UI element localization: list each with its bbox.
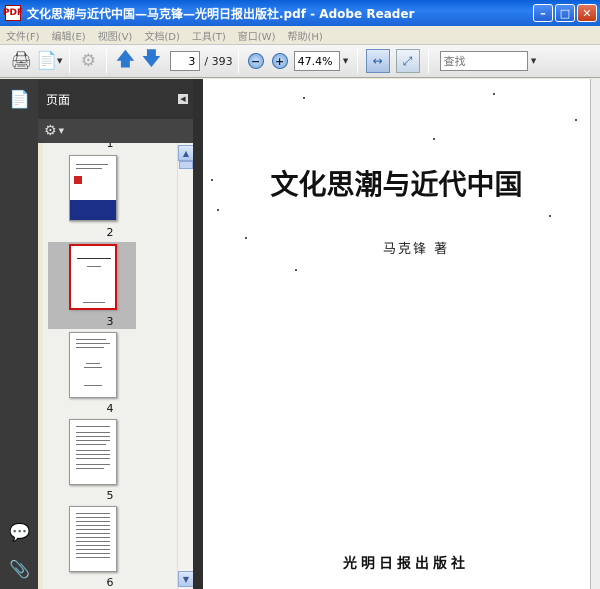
toolbar: 🖨 📄 ▼ ⚙ 🡅 🡇 / 393 − + ▼ ↔ ⤢ ▼ xyxy=(0,44,600,78)
panel-options[interactable]: ⚙ ▼ xyxy=(38,119,194,143)
minimize-button[interactable]: – xyxy=(533,4,553,22)
toolbar-separator xyxy=(106,49,108,73)
scan-speck xyxy=(303,97,305,99)
toolbar-separator xyxy=(427,49,429,73)
menu-view[interactable]: 视图(V) xyxy=(98,28,133,43)
scan-speck xyxy=(295,269,297,271)
toolbar-separator xyxy=(356,49,358,73)
menu-help[interactable]: 帮助(H) xyxy=(287,28,322,43)
search-dropdown-icon[interactable]: ▼ xyxy=(528,51,540,71)
scan-speck xyxy=(217,209,219,211)
thumbnail-label: 1 xyxy=(106,143,114,150)
zoom-dropdown-icon[interactable]: ▼ xyxy=(340,51,352,71)
pages-panel-header: 页面 ◀ xyxy=(38,79,194,119)
page-number-input[interactable] xyxy=(170,51,201,71)
menu-tools[interactable]: 工具(T) xyxy=(192,28,226,43)
scroll-down-icon[interactable]: ▼ xyxy=(178,571,194,587)
thumbnail-scrollbar[interactable]: ▲ ▼ xyxy=(177,143,194,589)
window-title: 文化思潮与近代中国—马克锋—光明日报出版社.pdf - Adobe Reader xyxy=(27,6,415,21)
collaborate-icon[interactable]: ⚙ xyxy=(75,48,101,74)
collapse-panel-icon[interactable]: ◀ xyxy=(178,94,188,104)
menu-document[interactable]: 文档(D) xyxy=(144,28,180,43)
document-viewer: 文化思潮与近代中国 马克锋 著 光明日报出版社 xyxy=(203,79,600,589)
search-input[interactable] xyxy=(439,51,528,71)
thumbnail-label: 6 xyxy=(106,576,114,589)
thumbnail-page-6[interactable] xyxy=(69,506,117,572)
menu-file[interactable]: 文件(F) xyxy=(6,28,40,43)
scroll-up-icon[interactable]: ▲ xyxy=(178,145,194,161)
menu-edit[interactable]: 编辑(E) xyxy=(52,28,86,43)
menu-bar: 文件(F) 编辑(E) 视图(V) 文档(D) 工具(T) 窗口(W) 帮助(H… xyxy=(0,26,600,44)
print-icon[interactable]: 🖨 xyxy=(8,48,34,74)
close-button[interactable]: ✕ xyxy=(577,4,597,22)
title-bar: PDF 文化思潮与近代中国—马克锋—光明日报出版社.pdf - Adobe Re… xyxy=(0,0,600,26)
document-title: 文化思潮与近代中国 xyxy=(270,168,523,201)
pages-icon[interactable]: 📄 xyxy=(9,89,31,111)
pdf-app-icon: PDF xyxy=(3,5,23,21)
menu-window[interactable]: 窗口(W) xyxy=(238,28,276,43)
zoom-out-icon[interactable]: − xyxy=(247,53,264,69)
navigation-strip: 📄 💬 📎 xyxy=(0,79,38,589)
thumbnail-page-3[interactable] xyxy=(69,244,117,310)
zoom-in-icon[interactable]: + xyxy=(271,53,288,69)
previous-page-icon[interactable]: 🡅 xyxy=(112,48,138,74)
window-controls: – □ ✕ xyxy=(533,4,597,22)
toolbar-separator xyxy=(69,49,71,73)
maximize-button[interactable]: □ xyxy=(555,4,575,22)
scan-speck xyxy=(245,237,247,239)
comments-icon[interactable]: 💬 xyxy=(9,522,31,544)
document-page: 文化思潮与近代中国 马克锋 著 光明日报出版社 xyxy=(203,79,590,589)
chevron-down-icon[interactable]: ▼ xyxy=(59,127,64,135)
attachment-icon[interactable]: 📎 xyxy=(9,559,31,581)
thumbnail-label: 5 xyxy=(106,489,114,502)
thumbnail-label: 2 xyxy=(106,226,114,239)
scan-speck xyxy=(493,93,495,95)
toolbar-separator xyxy=(237,49,239,73)
gear-icon[interactable]: ⚙ xyxy=(44,123,57,139)
scan-speck xyxy=(433,138,435,140)
fit-page-icon[interactable]: ⤢ xyxy=(395,49,420,73)
panel-title: 页面 xyxy=(46,92,71,107)
thumbnail-label: 4 xyxy=(106,402,114,415)
thumbnail-page-5[interactable] xyxy=(69,419,117,485)
scan-speck xyxy=(549,215,551,217)
next-page-icon[interactable]: 🡇 xyxy=(138,48,164,74)
thumbnail-label: 3 xyxy=(106,315,114,328)
page-total: / 393 xyxy=(204,54,233,68)
scrollbar-thumb[interactable] xyxy=(179,161,193,169)
document-publisher: 光明日报出版社 xyxy=(343,556,469,572)
zoom-input[interactable] xyxy=(293,51,340,71)
thumbnail-page-2[interactable] xyxy=(69,155,117,221)
fit-width-icon[interactable]: ↔ xyxy=(365,49,390,73)
scan-speck xyxy=(211,179,213,181)
chevron-down-icon[interactable]: ▼ xyxy=(57,57,62,65)
document-scrollbar[interactable] xyxy=(590,79,600,589)
scan-speck xyxy=(575,119,577,121)
thumbnail-list: 1 2 3 4 5 6 xyxy=(43,143,177,589)
document-author: 马克锋 著 xyxy=(383,242,450,257)
panel-splitter[interactable] xyxy=(193,79,203,589)
thumbnail-page-4[interactable] xyxy=(69,332,117,398)
